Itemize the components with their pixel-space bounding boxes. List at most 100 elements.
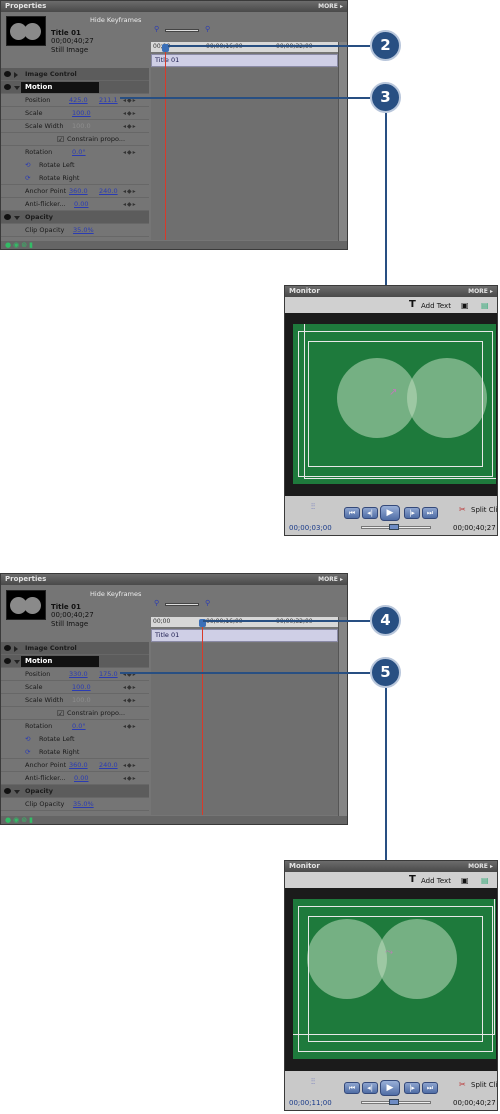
timeline-clip[interactable]: Title 01 xyxy=(151,54,338,67)
keyframe-nav-icon[interactable]: ◂◆▸ xyxy=(123,146,137,159)
snapshot-icon[interactable]: ▣ xyxy=(461,301,469,310)
step-forward-button[interactable]: |▸ xyxy=(404,1082,420,1094)
image-control-section[interactable]: Image Control xyxy=(1,642,149,655)
add-text-button[interactable]: Add Text xyxy=(421,877,451,886)
zoom-slider[interactable] xyxy=(165,603,199,606)
motion-section[interactable]: Motion xyxy=(1,655,149,668)
rotation-value[interactable]: 0.0° xyxy=(72,146,86,159)
timeline-clip[interactable]: Title 01 xyxy=(151,629,338,642)
expand-arrow-icon[interactable] xyxy=(14,646,18,652)
clip-opacity-value[interactable]: 35.0% xyxy=(73,224,94,237)
add-text-icon[interactable]: T xyxy=(409,875,416,885)
keyframe-nav-icon[interactable]: ◂◆▸ xyxy=(123,668,137,681)
go-to-start-button[interactable]: ⏮ xyxy=(344,507,360,519)
rotate-right-row[interactable]: ⟳ Rotate Right xyxy=(1,746,149,759)
position-y-value[interactable]: 175.0 xyxy=(99,668,118,681)
anchor-y-value[interactable]: 240.0 xyxy=(99,185,118,198)
eye-icon[interactable] xyxy=(4,214,11,220)
zoom-slider[interactable] xyxy=(165,29,199,32)
vertical-scrollbar[interactable] xyxy=(338,617,347,816)
hide-keyframes-button[interactable]: Hide Keyframes xyxy=(90,16,141,25)
timecode-icon[interactable]: ⫶⫶ xyxy=(311,1077,315,1086)
scale-value[interactable]: 100.0 xyxy=(72,107,91,120)
collapse-arrow-icon[interactable] xyxy=(14,660,20,667)
step-back-button[interactable]: ◂| xyxy=(362,1082,378,1094)
shuttle-thumb[interactable] xyxy=(389,524,399,530)
rotation-value[interactable]: 0.0° xyxy=(72,720,86,733)
timeline-ruler[interactable]: 00;00 00;00;16;00 00;00;32;00 xyxy=(151,42,338,52)
keyframe-track-area[interactable] xyxy=(151,643,338,815)
rotate-right-label[interactable]: Rotate Right xyxy=(39,746,79,759)
add-text-button[interactable]: Add Text xyxy=(421,302,451,311)
eye-icon[interactable] xyxy=(4,788,11,794)
step-forward-button[interactable]: |▸ xyxy=(404,507,420,519)
bounding-box[interactable] xyxy=(293,899,495,1035)
video-preview[interactable]: ↗ xyxy=(293,324,496,484)
safe-margins-icon[interactable]: ▤ xyxy=(481,301,489,310)
anti-flicker-value[interactable]: 0.00 xyxy=(74,772,88,785)
clip-opacity-value[interactable]: 35.0% xyxy=(73,798,94,811)
keyframe-nav-icon[interactable]: ◂◆▸ xyxy=(123,759,137,772)
rotate-left-label[interactable]: Rotate Left xyxy=(39,733,75,746)
motion-path-icon[interactable]: ↗ xyxy=(389,387,397,398)
keyframe-nav-icon[interactable]: ◂◆▸ xyxy=(123,198,137,211)
collapse-arrow-icon[interactable] xyxy=(14,216,20,223)
rotate-left-row[interactable]: ⟲ Rotate Left xyxy=(1,159,149,172)
zoom-in-icon[interactable]: ⚲ xyxy=(205,599,210,608)
scale-value[interactable]: 100.0 xyxy=(72,681,91,694)
keyframe-nav-icon[interactable]: ◂◆▸ xyxy=(123,720,137,733)
snapshot-icon[interactable]: ▣ xyxy=(461,876,469,885)
footer-icons[interactable]: ●◉⊚▮ xyxy=(5,816,35,824)
anchor-x-value[interactable]: 360.0 xyxy=(69,759,88,772)
image-control-section[interactable]: Image Control xyxy=(1,68,149,81)
zoom-out-icon[interactable]: ⚲ xyxy=(154,599,159,608)
vertical-scrollbar[interactable] xyxy=(338,42,347,241)
keyframe-nav-icon[interactable]: ◂◆▸ xyxy=(123,185,137,198)
split-clip-button[interactable]: Split Clip xyxy=(471,1081,497,1090)
checkbox-icon[interactable]: ☑ xyxy=(57,707,64,720)
more-menu[interactable]: MORE ▸ xyxy=(318,574,343,585)
split-clip-icon[interactable]: ✂ xyxy=(459,1080,466,1089)
current-time-display[interactable]: 00;00;03;00 xyxy=(289,524,332,532)
play-button[interactable]: ▶ xyxy=(380,505,400,521)
split-clip-button[interactable]: Split Clip xyxy=(471,506,497,515)
rotate-left-label[interactable]: Rotate Left xyxy=(39,159,75,172)
step-back-button[interactable]: ◂| xyxy=(362,507,378,519)
video-preview[interactable]: ⤳ xyxy=(293,899,496,1059)
play-button[interactable]: ▶ xyxy=(380,1080,400,1096)
hide-keyframes-button[interactable]: Hide Keyframes xyxy=(90,590,141,599)
collapse-arrow-icon[interactable] xyxy=(14,86,20,93)
zoom-out-icon[interactable]: ⚲ xyxy=(154,25,159,34)
rotate-right-icon[interactable]: ⟳ xyxy=(25,746,30,759)
position-y-value[interactable]: 211.1 xyxy=(99,94,118,107)
keyframe-nav-icon[interactable]: ◂◆▸ xyxy=(123,107,137,120)
shuttle-thumb[interactable] xyxy=(389,1099,399,1105)
rotate-left-row[interactable]: ⟲ Rotate Left xyxy=(1,733,149,746)
anchor-y-value[interactable]: 240.0 xyxy=(99,759,118,772)
keyframe-track-area[interactable] xyxy=(151,68,338,240)
rotate-right-label[interactable]: Rotate Right xyxy=(39,172,79,185)
eye-icon[interactable] xyxy=(4,645,11,651)
bounding-box[interactable] xyxy=(304,324,496,479)
keyframe-nav-icon[interactable]: ◂◆▸ xyxy=(123,681,137,694)
expand-arrow-icon[interactable] xyxy=(14,72,18,78)
add-text-icon[interactable]: T xyxy=(409,300,416,310)
rotate-left-icon[interactable]: ⟲ xyxy=(25,733,30,746)
zoom-in-icon[interactable]: ⚲ xyxy=(205,25,210,34)
eye-icon[interactable] xyxy=(4,658,11,664)
more-menu[interactable]: MORE ▸ xyxy=(318,1,343,12)
rotate-left-icon[interactable]: ⟲ xyxy=(25,159,30,172)
keyframe-nav-icon[interactable]: ◂◆▸ xyxy=(123,772,137,785)
eye-icon[interactable] xyxy=(4,71,11,77)
collapse-arrow-icon[interactable] xyxy=(14,790,20,797)
checkbox-icon[interactable]: ☑ xyxy=(57,133,64,146)
anchor-x-value[interactable]: 360.0 xyxy=(69,185,88,198)
safe-margins-icon[interactable]: ▤ xyxy=(481,876,489,885)
timecode-icon[interactable]: ⫶⫶ xyxy=(311,502,315,511)
rotate-right-row[interactable]: ⟳ Rotate Right xyxy=(1,172,149,185)
motion-section[interactable]: Motion xyxy=(1,81,149,94)
footer-icons[interactable]: ●◉⊚▮ xyxy=(5,241,35,249)
split-clip-icon[interactable]: ✂ xyxy=(459,505,466,514)
opacity-section[interactable]: Opacity xyxy=(1,785,149,798)
rotate-right-icon[interactable]: ⟳ xyxy=(25,172,30,185)
